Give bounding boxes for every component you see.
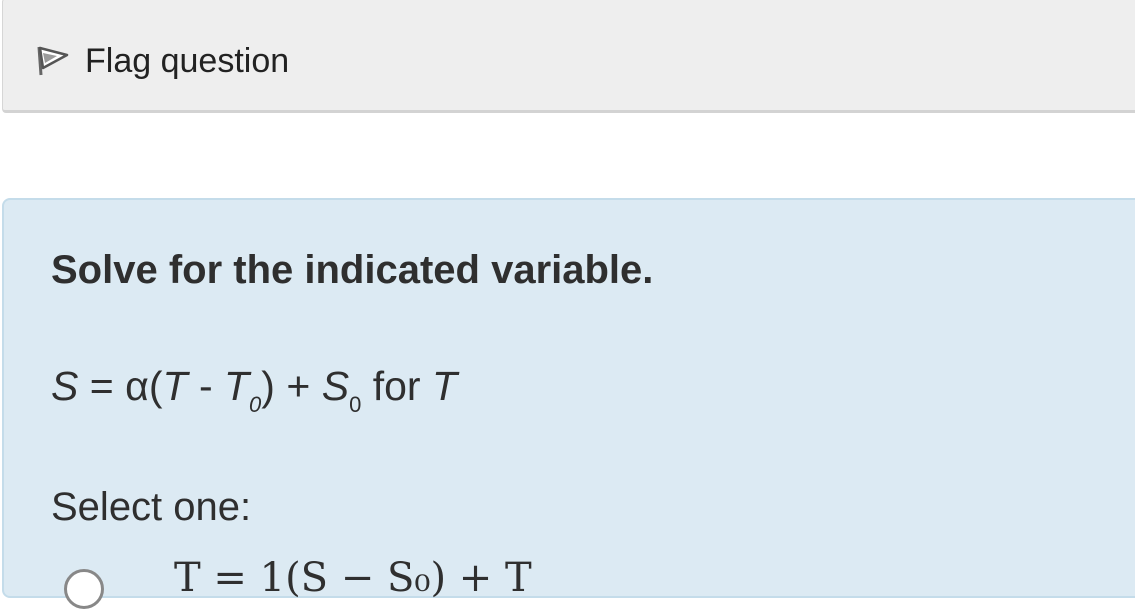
question-equation: S = α(T - T0) + S0 for T [51,363,458,416]
eq-alpha: α [125,363,149,409]
eq-s0-sub: 0 [349,392,362,417]
eq-plus: + [286,363,311,409]
flag-question-link[interactable]: Flag question [33,41,289,81]
question-prompt: Solve for the indicated variable. [51,248,654,292]
eq-minus: - [198,363,213,409]
flag-question-label[interactable]: Flag question [85,41,289,81]
eq-close-paren: ) [261,363,275,409]
flag-outline-icon[interactable] [33,41,73,81]
eq-t: T [162,363,188,409]
eq-lhs: S [51,363,79,409]
select-one-label: Select one: [51,485,252,529]
answer-option-a-text: T = 1(S − S₀) + T [174,555,532,601]
question-text-box: Solve for the indicated variable. S = α(… [2,198,1135,609]
eq-t0: T [224,363,250,409]
eq-open-paren: ( [148,363,163,409]
flag-question-bar: Flag question [2,0,1135,113]
eq-target-variable: T [432,363,458,409]
answer-option-a[interactable]: T = 1(S − S₀) + T [64,555,532,609]
eq-equals: = [89,363,114,409]
eq-t0-sub: 0 [249,392,262,417]
answer-option-a-radio[interactable] [64,569,104,609]
eq-s0: S [321,363,350,409]
eq-for-word: for [372,363,421,409]
